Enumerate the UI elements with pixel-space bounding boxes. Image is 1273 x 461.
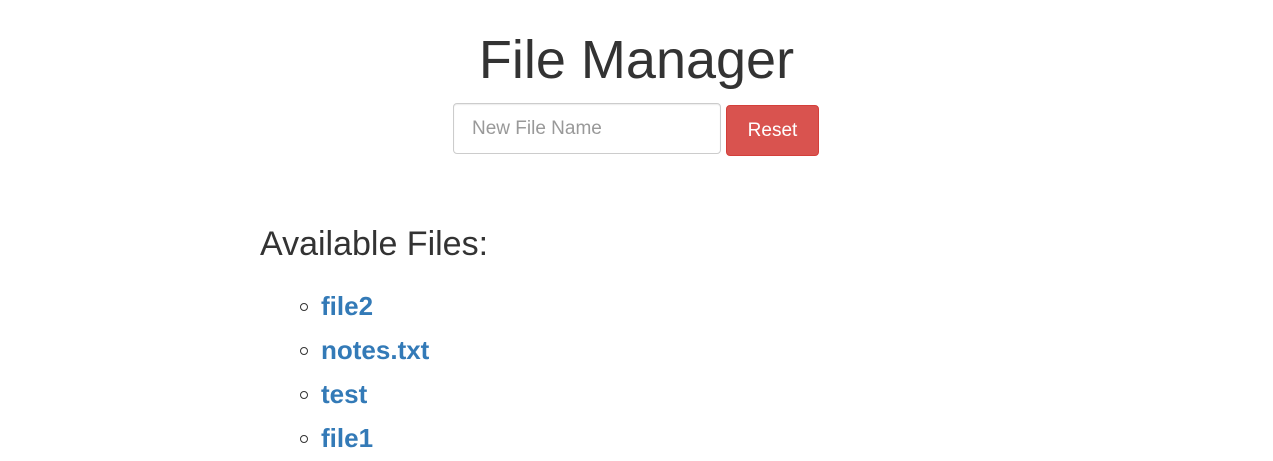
hollow-circle-bullet-icon	[300, 303, 308, 311]
new-file-name-input[interactable]	[453, 103, 721, 154]
file-link[interactable]: file2	[321, 290, 373, 322]
reset-button[interactable]: Reset	[726, 105, 819, 156]
file-manager-page: File Manager Reset Available Files: file…	[0, 0, 1273, 461]
page-title: File Manager	[478, 30, 795, 90]
hollow-circle-bullet-icon	[300, 347, 308, 355]
available-files-heading: Available Files:	[260, 225, 489, 263]
file-link[interactable]: test	[321, 378, 367, 410]
file-controls: Reset	[453, 103, 819, 156]
file-link[interactable]: notes.txt	[321, 334, 429, 366]
hollow-circle-bullet-icon	[300, 435, 308, 443]
hollow-circle-bullet-icon	[300, 391, 308, 399]
file-link[interactable]: file1	[321, 422, 373, 454]
